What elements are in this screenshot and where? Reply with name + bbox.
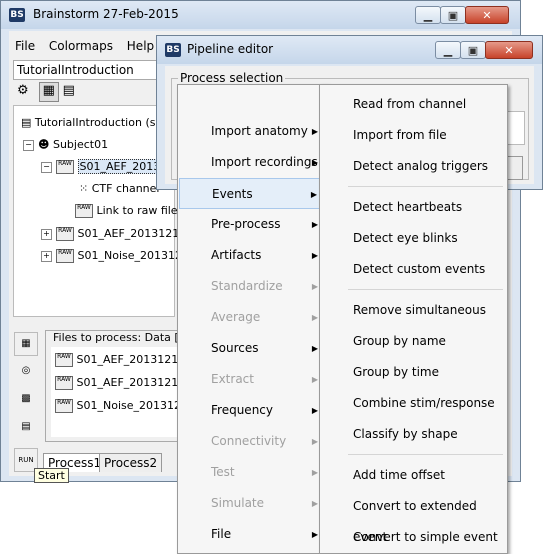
collapse-icon[interactable]: − [41, 161, 52, 173]
menu-item-import-anatomy[interactable]: Import anatomy ▶ [179, 116, 326, 147]
submenu-item-detect-custom-events[interactable]: Detect custom events [321, 254, 506, 285]
menu-item-extract[interactable]: Extract ▶ [179, 364, 326, 395]
menu-item-pre-process[interactable]: Pre-process ▶ [179, 209, 326, 240]
menu-item-average[interactable]: Average ▶ [179, 302, 326, 333]
menu-item-sources[interactable]: Sources ▶ [179, 333, 326, 364]
tree-link-raw[interactable]: RAW Link to raw file [75, 204, 178, 218]
submenu-arrow-icon: ▶ [311, 313, 318, 322]
menu-separator [348, 186, 503, 187]
process-menu: Import anatomy ▶ Import recordings ▶ Event… [177, 84, 328, 554]
submenu-arrow-icon: ▶ [311, 282, 318, 291]
submenu-item-import-from-file[interactable]: Import from file [321, 120, 506, 151]
raw-file-icon: RAW [55, 399, 73, 413]
raw-folder-icon: RAW [56, 227, 74, 241]
expand-icon[interactable]: + [41, 228, 52, 240]
submenu-arrow-icon: ▶ [311, 344, 318, 353]
raw-link-icon: RAW [75, 204, 93, 218]
submenu-item-detect-heartbeats[interactable]: Detect heartbeats [321, 192, 506, 223]
process-data-button[interactable]: ▦ [14, 332, 38, 356]
submenu-arrow-icon: ▶ [311, 499, 318, 508]
main-titlebar[interactable]: BS Brainstorm 27-Feb-2015 ▁ ▣ ✕ [1, 1, 520, 29]
file-item[interactable]: RAW S01_AEF_20131218_ [55, 376, 191, 390]
submenu-arrow-icon: ▶ [311, 437, 318, 446]
brainstorm-app-icon: BS [9, 8, 25, 22]
menu-item-import-recordings[interactable]: Import recordings ▶ [179, 147, 326, 178]
submenu-arrow-icon: ▶ [310, 190, 317, 199]
collapse-icon[interactable]: − [23, 139, 34, 151]
submenu-item-detect-analog-triggers[interactable]: Detect analog triggers [321, 151, 506, 182]
pipeline-maximize-button[interactable]: ▣ [460, 41, 486, 59]
file-item[interactable]: RAW S01_AEF_20131218_ [55, 353, 191, 367]
tree-root[interactable]: ▤ TutorialIntroduction (subj [21, 116, 172, 129]
view-toolbar: ⚙ ▦ ▤ [17, 82, 81, 102]
menu-item-simulate[interactable]: Simulate ▶ [179, 488, 326, 519]
submenu-arrow-icon: ▶ [311, 406, 318, 415]
menu-item-test[interactable]: Test ▶ [179, 457, 326, 488]
pipeline-minimize-button[interactable]: ▁ [435, 41, 461, 59]
menu-separator [348, 454, 503, 455]
menu-item-frequency[interactable]: Frequency ▶ [179, 395, 326, 426]
submenu-item-classify-by-shape[interactable]: Classify by shape [321, 419, 506, 450]
menu-item-connectivity[interactable]: Connectivity ▶ [179, 426, 326, 457]
brainstorm-app-icon: BS [165, 43, 181, 57]
files-header: Files to process: Data [3] [51, 331, 192, 344]
raw-file-icon: RAW [55, 353, 73, 367]
main-close-button[interactable]: ✕ [465, 6, 509, 24]
submenu-item-add-time-offset[interactable]: Add time offset [321, 460, 506, 491]
menu-item-artifacts[interactable]: Artifacts ▶ [179, 240, 326, 271]
protocol-selector[interactable]: TutorialIntroduction [13, 60, 168, 80]
channel-icon: ⁙ [79, 182, 92, 195]
study-view-icon[interactable]: ▤ [63, 83, 81, 101]
process-sources-button[interactable]: ◎ [14, 360, 38, 384]
tree-subject[interactable]: − ☻ Subject01 [23, 138, 108, 151]
submenu-arrow-icon: ▶ [311, 127, 318, 136]
menu-item-events[interactable]: Events ▶ [179, 178, 326, 209]
menu-help[interactable]: Help [127, 39, 154, 53]
events-submenu: Read from channel Import from file Detec… [319, 84, 508, 554]
submenu-item-convert-to-extended-event[interactable]: Convert to extended event [321, 491, 506, 544]
database-icon: ▤ [21, 116, 35, 129]
main-minimize-button[interactable]: ▁ [415, 6, 441, 24]
subject-icon: ☻ [38, 138, 53, 151]
submenu-item-convert-to-simple-event[interactable]: Convert to simple event [321, 522, 506, 553]
file-item[interactable]: RAW S01_Noise_20131218 [55, 399, 195, 413]
submenu-arrow-icon: ▶ [311, 158, 318, 167]
tab-process2[interactable]: Process2 [99, 453, 163, 472]
main-menubar: File Colormaps Help [15, 39, 164, 53]
raw-folder-icon: RAW [56, 160, 74, 174]
submenu-item-combine-stim-response[interactable]: Combine stim/response [321, 388, 506, 419]
raw-folder-icon: RAW [56, 249, 74, 263]
submenu-arrow-icon: ▶ [311, 375, 318, 384]
tree-channel[interactable]: ⁙ CTF channel [79, 182, 159, 195]
start-tooltip: Start [34, 468, 69, 483]
menu-file[interactable]: File [15, 39, 35, 53]
process-timefreq-button[interactable]: ▩ [14, 388, 38, 412]
anatomy-view-icon[interactable]: ▦ [38, 82, 59, 102]
submenu-item-remove-simultaneous[interactable]: Remove simultaneous [321, 295, 506, 326]
submenu-item-detect-eye-blinks[interactable]: Detect eye blinks [321, 223, 506, 254]
submenu-arrow-icon: ▶ [311, 220, 318, 229]
main-window-title: Brainstorm 27-Feb-2015 [33, 7, 179, 21]
menu-separator [348, 289, 503, 290]
submenu-arrow-icon: ▶ [311, 468, 318, 477]
pipeline-titlebar[interactable]: BS Pipeline editor ▁ ▣ ✕ [157, 36, 542, 64]
raw-file-icon: RAW [55, 376, 73, 390]
process-matrix-button[interactable]: ▤ [14, 416, 38, 440]
submenu-arrow-icon: ▶ [311, 251, 318, 260]
submenu-item-read-from-channel[interactable]: Read from channel [321, 89, 506, 120]
tree-raw-file-2[interactable]: + RAW S01_AEF_20131218_ [41, 227, 192, 241]
submenu-item-group-by-time[interactable]: Group by time [321, 357, 506, 388]
pipeline-title: Pipeline editor [187, 42, 274, 56]
functional-view-icon[interactable]: ⚙ [17, 83, 35, 101]
expand-icon[interactable]: + [41, 250, 52, 262]
menu-item-file[interactable]: File ▶ [179, 519, 326, 550]
menu-colormaps[interactable]: Colormaps [49, 39, 113, 53]
submenu-arrow-icon: ▶ [311, 530, 318, 539]
submenu-item-group-by-name[interactable]: Group by name [321, 326, 506, 357]
tree-noise-file[interactable]: + RAW S01_Noise_2013121 [41, 249, 189, 263]
menu-item-standardize[interactable]: Standardize ▶ [179, 271, 326, 302]
main-maximize-button[interactable]: ▣ [440, 6, 466, 24]
pipeline-close-button[interactable]: ✕ [485, 41, 533, 59]
process-selection-label: Process selection [178, 71, 286, 85]
